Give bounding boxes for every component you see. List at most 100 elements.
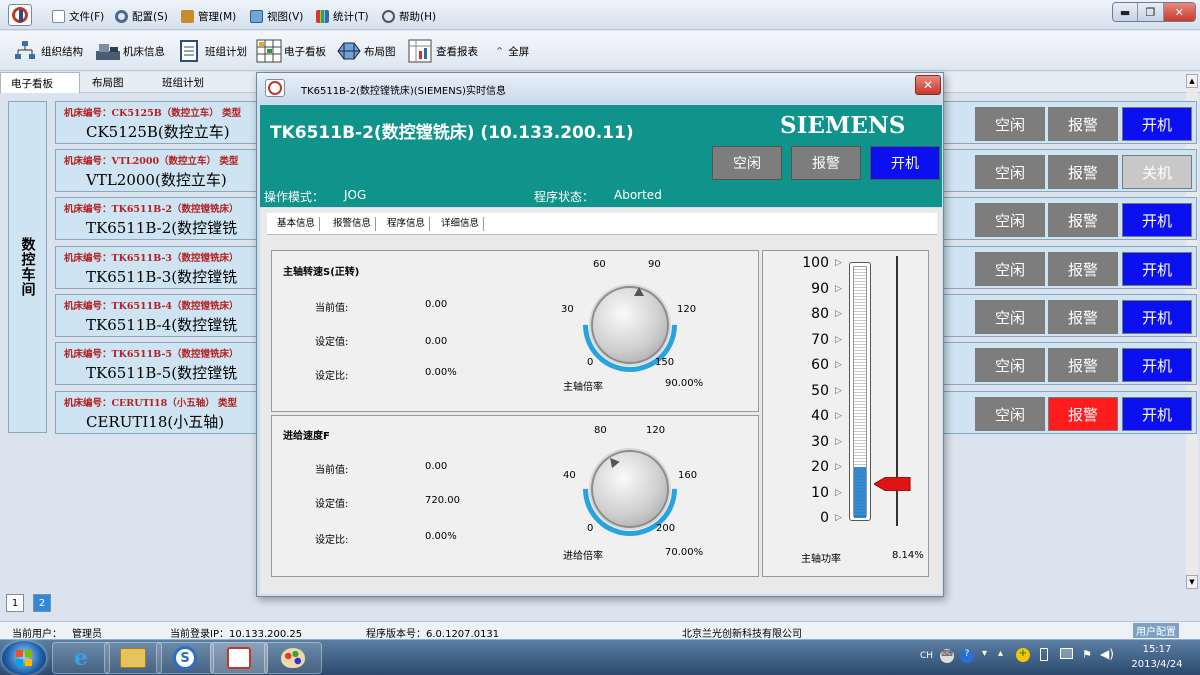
scroll-down-arrow-icon[interactable]: ▼ <box>1186 575 1198 589</box>
power-status-button[interactable]: 关机 <box>1122 155 1192 189</box>
scale-arrow-icon: ▷ <box>835 385 842 396</box>
idle-status-button[interactable]: 空闲 <box>975 300 1045 334</box>
usb-icon[interactable] <box>1040 648 1048 661</box>
spindle-tick-60: 60 <box>593 259 606 270</box>
tray-lang[interactable]: CH <box>920 651 933 661</box>
tab-detail-info[interactable]: 详细信息 <box>437 217 485 231</box>
tray-menu-icon[interactable]: ▾ <box>982 648 987 659</box>
security-icon[interactable]: + <box>1016 648 1030 662</box>
page-2-button[interactable]: 2 <box>33 594 51 612</box>
show-hidden-icons-icon[interactable]: ▴ <box>998 648 1003 659</box>
toolbar-machine-info[interactable]: 机床信息 <box>95 36 165 66</box>
dialog-power-status[interactable]: 开机 <box>870 146 940 180</box>
alarm-status-button[interactable]: 报警 <box>1048 203 1118 237</box>
board-icon <box>256 39 282 63</box>
alarm-status-button[interactable]: 报警 <box>1048 397 1118 431</box>
alarm-status-button[interactable]: 报警 <box>1048 300 1118 334</box>
machine-code: 机床编号：TK6511B-4（数控镗铣床） <box>64 301 239 312</box>
idle-status-button[interactable]: 空闲 <box>975 155 1045 189</box>
power-status-button[interactable]: 开机 <box>1122 397 1192 431</box>
volume-icon[interactable]: ◀) <box>1100 647 1114 661</box>
toolbar-layout[interactable]: 布局图 <box>336 36 396 66</box>
spindle-dial-pointer <box>634 287 644 296</box>
menu-view[interactable]: 视图(V) <box>250 7 303 25</box>
machine-code: 机床编号：CERUTI18（小五轴） 类型 <box>64 398 238 409</box>
start-button[interactable] <box>2 641 46 675</box>
page-1-button[interactable]: 1 <box>6 594 24 612</box>
toolbar-fullscreen[interactable]: ⌃ 全屏 <box>495 36 529 66</box>
power-status-button[interactable]: 开机 <box>1122 252 1192 286</box>
power-fill-bar <box>854 466 866 518</box>
scroll-up-arrow-icon[interactable]: ▲ <box>1186 74 1198 88</box>
taskbar-ie-button[interactable]: e <box>52 642 110 674</box>
tab-basic-info[interactable]: 基本信息 <box>273 217 321 231</box>
tab-team-plan[interactable]: 班组计划 <box>152 72 214 93</box>
scale-arrow-icon: ▷ <box>835 487 842 498</box>
folder-icon <box>120 648 146 668</box>
feed-title: 进给速度F <box>283 431 330 442</box>
dialog-title: TK6511B-2(数控镗铣床)(SIEMENS)实时信息 <box>301 86 506 97</box>
program-state-label: 程序状态： <box>534 190 595 204</box>
close-button[interactable]: ✕ <box>1163 3 1195 21</box>
dialog-close-button[interactable]: ✕ <box>915 75 941 95</box>
help-circle-icon[interactable]: ? <box>960 649 974 663</box>
taskbar-app-button[interactable] <box>210 642 268 674</box>
idle-status-button[interactable]: 空闲 <box>975 107 1045 141</box>
taskbar-paint-button[interactable] <box>264 642 322 674</box>
dialog-title-bar[interactable]: TK6511B-2(数控镗铣床)(SIEMENS)实时信息 ✕ <box>257 73 943 104</box>
dialog-idle-status[interactable]: 空闲 <box>712 146 782 180</box>
power-status-button[interactable]: 开机 <box>1122 107 1192 141</box>
toolbar-team-plan[interactable]: 班组计划 <box>177 36 247 66</box>
minimize-button[interactable]: ▬ <box>1113 3 1139 21</box>
feed-override-value: 70.00% <box>665 547 704 558</box>
alarm-status-button[interactable]: 报警 <box>1048 252 1118 286</box>
app-logo-icon <box>227 647 251 669</box>
machine-title: TK6511B-2(数控镗铣床) (10.133.200.11) <box>270 123 634 143</box>
menu-manage[interactable]: 管理(M) <box>181 7 236 25</box>
power-status-button[interactable]: 开机 <box>1122 300 1192 334</box>
alarm-status-button[interactable]: 报警 <box>1048 155 1118 189</box>
toolbar-org-structure[interactable]: 组织结构 <box>13 36 83 66</box>
idle-status-button[interactable]: 空闲 <box>975 397 1045 431</box>
spindle-tick-0: 0 <box>587 357 594 368</box>
alarm-status-button[interactable]: 报警 <box>1048 107 1118 141</box>
feed-set-value: 720.00 <box>425 495 460 506</box>
power-status-button[interactable]: 开机 <box>1122 348 1192 382</box>
user-config-link[interactable]: 用户配置 <box>1133 623 1179 638</box>
toolbar-report[interactable]: 查看报表 <box>408 36 478 66</box>
spindle-override-dial[interactable] <box>591 286 669 364</box>
spindle-set-value: 0.00 <box>425 336 448 347</box>
flag-icon[interactable]: ⚑ <box>1082 648 1092 661</box>
menu-file[interactable]: 文件(F) <box>52 7 104 25</box>
restore-button[interactable]: ❐ <box>1138 3 1164 21</box>
idle-status-button[interactable]: 空闲 <box>975 252 1045 286</box>
menu-config[interactable]: 配置(S) <box>115 7 168 25</box>
keyboard-icon[interactable]: ⌨ <box>940 649 954 663</box>
machine-name: TK6511B-3(数控镗铣 <box>86 268 238 286</box>
tab-program-info[interactable]: 程序信息 <box>383 217 431 231</box>
tab-alarm-info[interactable]: 报警信息 <box>329 217 377 231</box>
idle-status-button[interactable]: 空闲 <box>975 203 1045 237</box>
window-controls: ▬ ❐ ✕ <box>1112 2 1196 22</box>
menu-help[interactable]: 帮助(H) <box>382 7 436 25</box>
menu-stats[interactable]: 统计(T) <box>316 7 369 25</box>
toolbar-e-board[interactable]: 电子看板 <box>256 36 326 66</box>
toolbar: 组织结构 机床信息 班组计划 电子看板 布局图 查看报表 ⌃ 全屏 <box>0 31 1200 71</box>
power-scale-tick: 80 <box>811 306 829 322</box>
taskbar-sogou-button[interactable]: S <box>156 642 214 674</box>
double-chevron-up-icon: ⌃ <box>495 44 505 58</box>
idle-status-button[interactable]: 空闲 <box>975 348 1045 382</box>
tab-e-board[interactable]: 电子看板 <box>0 72 80 93</box>
feed-override-dial[interactable] <box>591 450 669 528</box>
alarm-status-button[interactable]: 报警 <box>1048 348 1118 382</box>
dialog-alarm-status[interactable]: 报警 <box>791 146 861 180</box>
network-icon[interactable] <box>1060 648 1073 659</box>
gear-icon <box>115 9 128 23</box>
power-status-button[interactable]: 开机 <box>1122 203 1192 237</box>
taskbar-explorer-button[interactable] <box>104 642 162 674</box>
system-clock[interactable]: 15:17 2013/4/24 <box>1128 642 1186 672</box>
dialog-body: 基本信息 报警信息 程序信息 详细信息 主轴转速S(正转) 当前值: 0.00 … <box>260 208 942 594</box>
view-icon <box>250 9 263 23</box>
scale-arrow-icon: ▷ <box>835 462 842 472</box>
tab-layout[interactable]: 布局图 <box>82 72 134 93</box>
